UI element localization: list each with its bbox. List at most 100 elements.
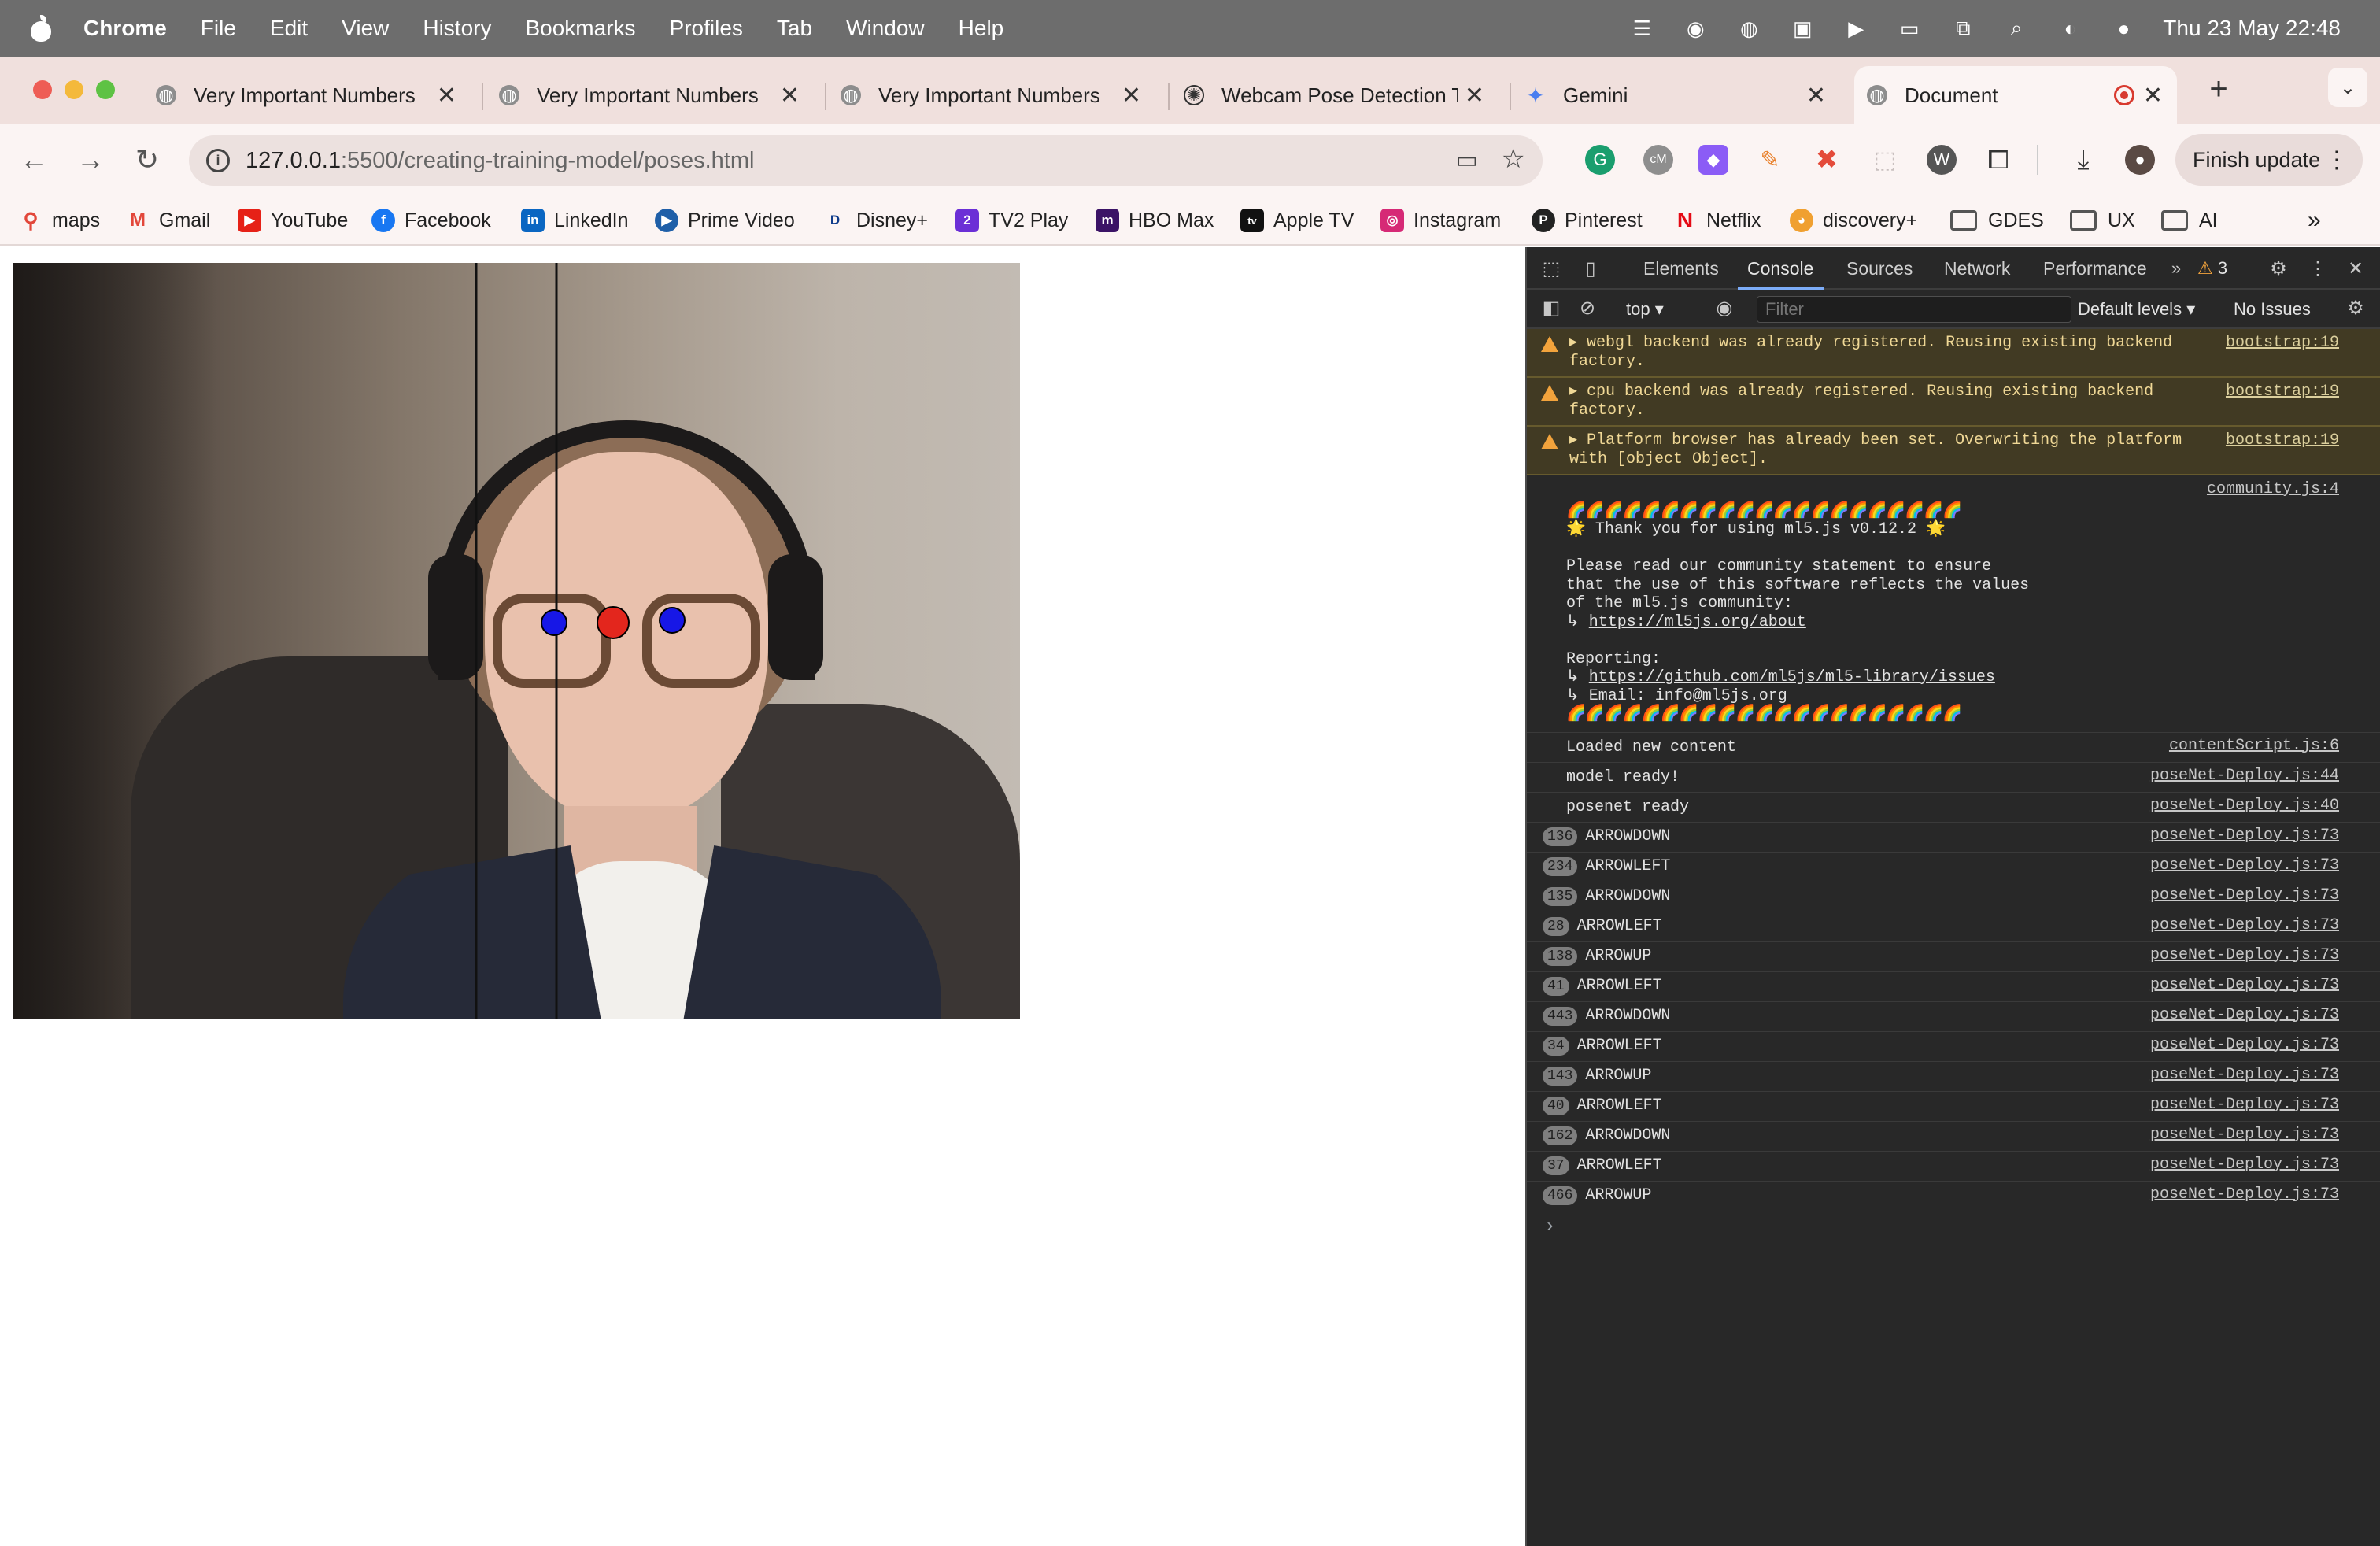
play-icon[interactable]: ▶ [1840,17,1872,40]
console-prompt[interactable]: › [1527,1211,2380,1237]
grammarly-icon[interactable]: G [1585,145,1615,175]
source-link[interactable]: poseNet-Deploy.js:73 [2150,1156,2339,1174]
bookmark-disney-plus[interactable]: D Disney+ [823,203,928,238]
color-picker-icon[interactable]: ✎ [1755,145,1785,175]
menu-help[interactable]: Help [959,16,1004,41]
source-link[interactable]: poseNet-Deploy.js:73 [2150,916,2339,934]
console-log-repeated[interactable]: 28 ARROWLEFT poseNet-Deploy.js:73 [1527,912,2380,942]
source-link[interactable]: bootstrap:19 [2226,383,2339,401]
camera-in-use-icon[interactable]: ▭ [1456,146,1478,174]
console-log-repeated[interactable]: 138 ARROWUP poseNet-Deploy.js:73 [1527,942,2380,972]
console-log-repeated[interactable]: 41 ARROWLEFT poseNet-Deploy.js:73 [1527,972,2380,1002]
extension-cm-icon[interactable]: cM [1643,145,1673,175]
source-link[interactable]: poseNet-Deploy.js:73 [2150,946,2339,964]
console-log[interactable]: Loaded new content contentScript.js:6 [1527,733,2380,763]
bookmark-apple-tv[interactable]: tv Apple TV [1240,203,1354,238]
new-tab-button[interactable]: + [2201,71,2237,107]
source-link[interactable]: community.js:4 [2207,480,2339,499]
log-levels-dropdown[interactable]: Default levels ▾ [2078,299,2195,320]
search-icon[interactable]: ⌕ [2001,16,2032,40]
warnings-badge[interactable]: ⚠ 3 [2197,258,2227,279]
bookmark-hbo-max[interactable]: m HBO Max [1096,203,1214,238]
menu-tab[interactable]: Tab [777,16,812,41]
bookmark-pinterest[interactable]: P Pinterest [1532,203,1643,238]
source-link[interactable]: poseNet-Deploy.js:73 [2150,976,2339,994]
battery-icon[interactable]: ▭ [1894,17,1925,40]
ml5-issues-link[interactable]: https://github.com/ml5js/ml5-library/iss… [1589,668,1995,686]
settings-gear-icon[interactable]: ⚙ [2267,257,2290,280]
bookmark-folder-ai[interactable]: AI [2161,203,2218,238]
bookmark-facebook[interactable]: f Facebook [371,203,491,238]
wordpress-icon[interactable]: W [1927,145,1957,175]
bookmark-discovery-plus[interactable]: ◕ discovery+ [1790,203,1917,238]
site-info-icon[interactable]: i [206,149,230,172]
close-tab-icon[interactable]: ✕ [780,82,800,109]
close-tab-icon[interactable]: ✕ [437,82,456,109]
bookmark-prime-video[interactable]: ▶ Prime Video [655,203,795,238]
bookmark-folder-ux[interactable]: UX [2070,203,2135,238]
console-settings-gear-icon[interactable]: ⚙ [2344,296,2367,320]
source-link[interactable]: bootstrap:19 [2226,431,2339,449]
zoom-window-button[interactable] [96,80,115,99]
source-link[interactable]: contentScript.js:6 [2169,737,2339,755]
bookmark-youtube[interactable]: ▶ YouTube [238,203,348,238]
bookmark-linkedin[interactable]: in LinkedIn [521,203,629,238]
console-filter-input[interactable] [1757,296,2071,323]
console-log[interactable]: model ready! poseNet-Deploy.js:44 [1527,763,2380,793]
menu-app-chrome[interactable]: Chrome [83,16,167,41]
bookmark-folder-gdes[interactable]: GDES [1950,203,2044,238]
clear-console-icon[interactable]: ⊘ [1576,296,1599,320]
close-window-button[interactable] [33,80,52,99]
console-warning[interactable]: ▸ webgl backend was already registered. … [1527,329,2380,378]
bookmark-tv2-play[interactable]: 2 TV2 Play [955,203,1068,238]
siri-icon[interactable]: ● [2108,17,2139,40]
menu-file[interactable]: File [201,16,236,41]
devtools-tab-network[interactable]: Network [1944,258,2010,279]
inspect-element-icon[interactable]: ⬚ [1539,257,1563,280]
ml5-about-link[interactable]: https://ml5js.org/about [1589,613,1806,631]
close-tab-icon[interactable]: ✕ [1465,82,1484,109]
devtools-tab-performance[interactable]: Performance [2043,258,2147,279]
extensions-puzzle-icon[interactable]: ⧠ [1983,145,2013,175]
finish-update-button[interactable]: Finish update ⋮ [2175,134,2363,186]
console-log-repeated[interactable]: 135 ARROWDOWN poseNet-Deploy.js:73 [1527,882,2380,912]
back-arrow-icon[interactable]: ← [16,142,52,178]
console-warning[interactable]: ▸ cpu backend was already registered. Re… [1527,378,2380,427]
menu-edit[interactable]: Edit [270,16,308,41]
more-vertical-icon[interactable]: ⋮ [2306,257,2330,280]
more-tabs-chevron-icon[interactable]: » [2164,257,2188,280]
close-tab-icon[interactable]: ✕ [1806,82,1826,109]
minimize-window-button[interactable] [65,80,83,99]
control-center-icon[interactable]: ◐ [2054,17,2086,40]
devtools-tab-elements[interactable]: Elements [1643,258,1719,279]
close-tab-icon[interactable]: ✕ [2143,82,2163,109]
source-link[interactable]: poseNet-Deploy.js:40 [2150,797,2339,815]
menu-profiles[interactable]: Profiles [670,16,743,41]
menu-window[interactable]: Window [846,16,925,41]
live-expression-eye-icon[interactable]: ◉ [1713,296,1736,320]
source-link[interactable]: poseNet-Deploy.js:73 [2150,827,2339,845]
forward-arrow-icon[interactable]: → [72,142,109,178]
extension-purple-icon[interactable]: ◆ [1698,145,1728,175]
bookmark-star-icon[interactable]: ☆ [1502,143,1525,175]
url-text[interactable]: 127.0.0.1:5500/creating-training-model/p… [246,148,754,174]
close-devtools-icon[interactable]: ✕ [2344,257,2367,280]
console-log-repeated[interactable]: 443 ARROWDOWN poseNet-Deploy.js:73 [1527,1002,2380,1032]
console-log-repeated[interactable]: 136 ARROWDOWN poseNet-Deploy.js:73 [1527,823,2380,853]
sidebar-toggle-icon[interactable]: ◧ [1539,296,1563,320]
apple-logo-icon[interactable] [30,15,52,42]
tab-very-important-numbers-2[interactable]: ◍ Very Important Numbers ✕ [499,66,814,124]
menubar-clock[interactable]: Thu 23 May 22:48 [2163,16,2341,41]
extension-grey-icon[interactable]: ⬚ [1870,145,1900,175]
devtools-tab-sources[interactable]: Sources [1846,258,1913,279]
console-log-repeated[interactable]: 466 ARROWUP poseNet-Deploy.js:73 [1527,1182,2380,1211]
console-log-repeated[interactable]: 37 ARROWLEFT poseNet-Deploy.js:73 [1527,1152,2380,1182]
tab-gemini[interactable]: ✦ Gemini ✕ [1525,66,1840,124]
console-warning[interactable]: ▸ Platform browser has already been set.… [1527,427,2380,475]
notion-icon[interactable]: ▣ [1787,17,1818,40]
tab-very-important-numbers-1[interactable]: ◍ Very Important Numbers ✕ [156,66,471,124]
console-log-repeated[interactable]: 40 ARROWLEFT poseNet-Deploy.js:73 [1527,1092,2380,1122]
source-link[interactable]: poseNet-Deploy.js:73 [2150,1096,2339,1114]
bookmark-gmail[interactable]: M Gmail [126,203,210,238]
screen-mirroring-icon[interactable]: ⧉ [1947,16,1979,40]
